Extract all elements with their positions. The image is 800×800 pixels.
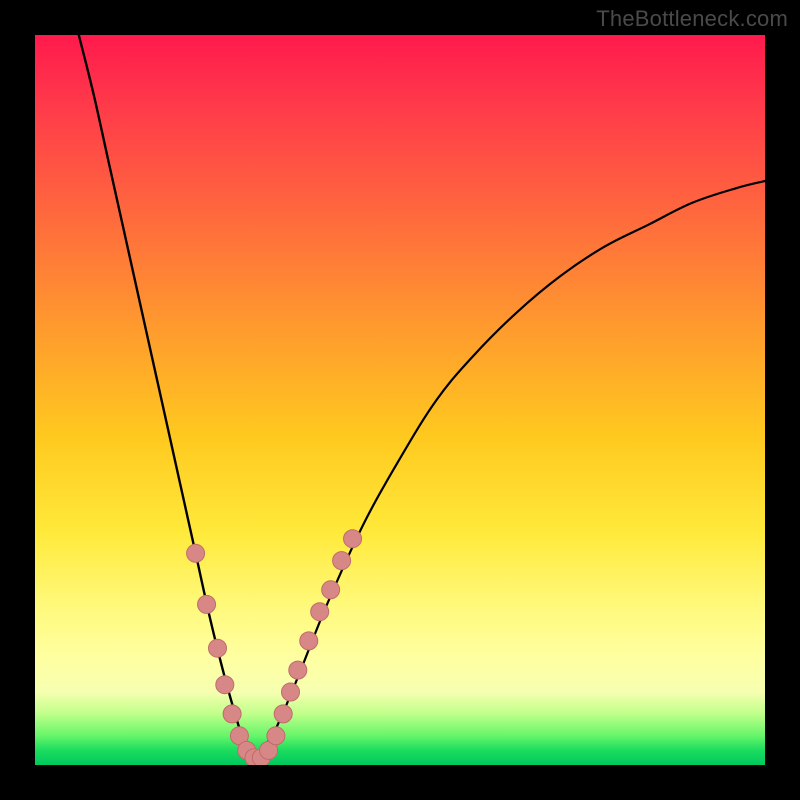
chart-svg — [35, 35, 765, 765]
plot-area — [35, 35, 765, 765]
data-marker — [209, 639, 227, 657]
data-marker — [267, 727, 285, 745]
data-marker — [344, 530, 362, 548]
data-marker — [216, 676, 234, 694]
data-marker — [198, 595, 216, 613]
curve-group — [79, 35, 765, 758]
data-marker — [289, 661, 307, 679]
data-marker — [300, 632, 318, 650]
data-marker — [274, 705, 292, 723]
data-marker — [322, 581, 340, 599]
left-branch-curve — [79, 35, 254, 758]
marker-group — [187, 530, 362, 765]
data-marker — [223, 705, 241, 723]
data-marker — [311, 603, 329, 621]
data-marker — [333, 552, 351, 570]
right-branch-curve — [254, 181, 765, 758]
watermark-text: TheBottleneck.com — [596, 6, 788, 32]
chart-frame: TheBottleneck.com — [0, 0, 800, 800]
data-marker — [282, 683, 300, 701]
data-marker — [187, 544, 205, 562]
